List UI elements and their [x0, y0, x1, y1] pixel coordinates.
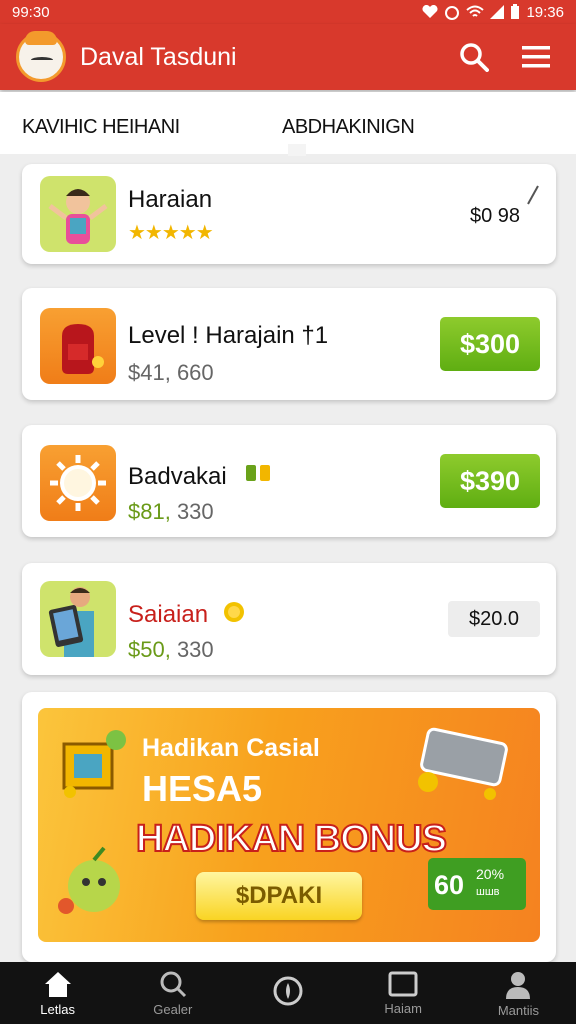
item-name: Level ! Harajain †1 — [128, 322, 329, 349]
nav-item-home[interactable]: Letlas — [0, 962, 115, 1024]
treasure-box-icon — [62, 730, 126, 798]
pencil-icon[interactable] — [526, 184, 540, 206]
device-icon — [418, 727, 508, 800]
promo-headline: HESA5 — [142, 768, 263, 809]
nav-label: Letlas — [40, 1001, 75, 1017]
character-thumbnail — [40, 176, 116, 252]
bottom-nav: Letlas Gealer Haiam Mantiis — [0, 962, 576, 1024]
promo-bonus-text: HADIKAN BONUS — [135, 817, 448, 861]
item-name: Badvakai — [128, 463, 227, 490]
promo-offer-badge[interactable]: 60 20% шшв — [428, 858, 526, 910]
window-icon — [388, 971, 418, 996]
item-subtitle: $50, 330 — [128, 637, 214, 662]
app-bar: Daval Tasduni — [0, 24, 576, 90]
signal-icon — [490, 5, 505, 19]
item-name: Haraian — [128, 186, 213, 213]
menu-icon — [522, 46, 550, 68]
item-subtitle: $41, 660 — [128, 360, 214, 385]
list-item[interactable]: Level ! Harajain †1 $41, 660 $300 — [22, 288, 556, 400]
search-icon — [160, 971, 186, 997]
search-icon — [460, 43, 489, 72]
nav-label: Gealer — [153, 1001, 193, 1017]
tab-first[interactable]: KAVIHIC HEIHANI — [22, 116, 180, 139]
wifi-icon — [466, 5, 485, 17]
list-item[interactable]: Badvakai $81, 330 $390 — [22, 425, 556, 537]
nav-item-search[interactable]: Gealer — [115, 962, 230, 1024]
tablet-character-thumbnail — [40, 581, 116, 657]
promo-card: Hadikan Casial HESA5 HADIKAN BONUS $DPAK… — [22, 692, 556, 962]
price-button[interactable]: $300 — [440, 317, 540, 371]
tab-second[interactable]: ABDHAKINIGN — [282, 116, 415, 139]
item-price: $20.0 — [468, 607, 520, 630]
item-name: Saiaian — [128, 601, 209, 628]
battery-icon — [511, 4, 520, 19]
home-icon — [44, 971, 71, 997]
offer-value: 60 — [434, 870, 465, 900]
offer-label: шшв — [476, 886, 500, 898]
nav-item-profile[interactable]: Mantiis — [461, 962, 576, 1024]
item-subtitle: $81, 330 — [128, 499, 214, 524]
profile-icon — [506, 971, 531, 999]
nav-label: Mantiis — [497, 1002, 539, 1018]
status-icons: 19:36 — [422, 4, 564, 21]
shield-icon — [273, 976, 303, 1006]
price-tag[interactable]: $20.0 — [448, 601, 540, 637]
offer-percent: 20% — [476, 866, 505, 882]
nav-label: Haiam — [384, 1000, 422, 1016]
app-logo-icon[interactable] — [16, 31, 66, 82]
fruit-icon — [58, 846, 120, 914]
promo-cta-button[interactable]: $DPAKI — [196, 872, 362, 920]
backpack-thumbnail — [40, 308, 116, 384]
status-clock: 19:36 — [526, 3, 564, 21]
alarm-icon — [445, 6, 460, 20]
item-price: $0 98 — [469, 204, 521, 227]
nav-item-shield[interactable] — [230, 962, 345, 1024]
promo-subtitle: Hadikan Casial — [142, 734, 320, 762]
coin-icon — [224, 602, 244, 622]
app-title: Daval Tasduni — [80, 42, 237, 71]
list-item[interactable]: Saiaian $50, 330 $20.0 — [22, 563, 556, 675]
menu-button[interactable] — [512, 33, 560, 81]
sun-thumbnail — [40, 445, 116, 521]
heart-icon — [422, 5, 438, 18]
search-button[interactable] — [450, 33, 498, 81]
tab-bar: KAVIHIC HEIHANI ABDHAKINIGN — [0, 92, 576, 156]
rating-stars: ★★★★★ — [128, 222, 214, 244]
list-item[interactable]: Haraian ★★★★★ $0 98 — [22, 164, 556, 264]
status-bar: 99:30 19:36 — [0, 0, 576, 24]
status-time: 99:30 — [12, 3, 50, 21]
coin-stack-icon — [246, 465, 270, 481]
promo-banner[interactable]: Hadikan Casial HESA5 HADIKAN BONUS $DPAK… — [38, 708, 540, 942]
price-button[interactable]: $390 — [440, 454, 540, 508]
nav-item-window[interactable]: Haiam — [346, 962, 461, 1024]
tab-divider — [288, 144, 306, 156]
